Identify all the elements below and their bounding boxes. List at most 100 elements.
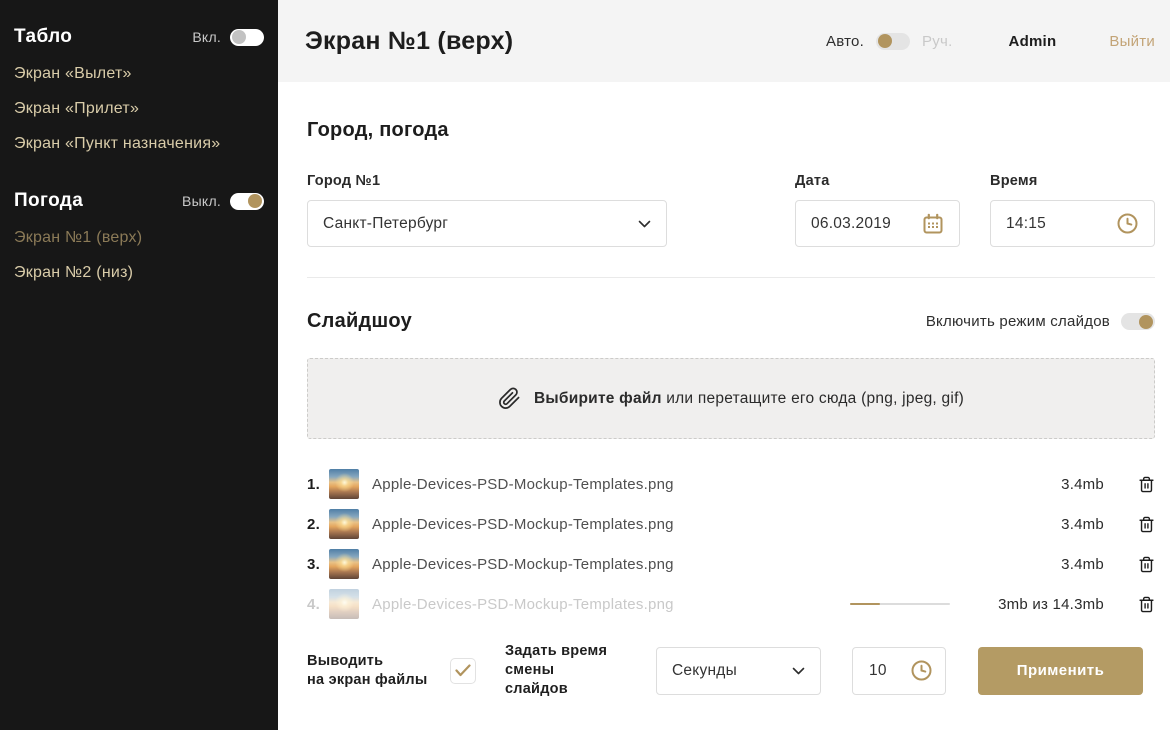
sidebar-item-departure[interactable]: Экран «Вылет» — [14, 56, 264, 91]
file-row: 1. Apple-Devices-PSD-Mockup-Templates.pn… — [307, 464, 1155, 504]
interval-value-wrap — [852, 647, 946, 695]
file-number: 2. — [307, 516, 329, 533]
weather-toggle[interactable] — [230, 193, 264, 210]
content: Город, погода Город №1 Санкт-Петербург Д… — [278, 82, 1170, 699]
file-size: 3.4mb — [976, 476, 1104, 493]
slideshow-heading-row: Слайдшоу Включить режим слайдов — [307, 310, 1155, 333]
date-label: Дата — [795, 173, 960, 189]
city-weather-form: Город №1 Санкт-Петербург Дата — [307, 173, 1155, 247]
file-row: 3. Apple-Devices-PSD-Mockup-Templates.pn… — [307, 544, 1155, 584]
sidebar-section-weather-header: Погода Выкл. — [14, 189, 264, 213]
trash-icon[interactable] — [1138, 475, 1155, 494]
username[interactable]: Admin — [1009, 33, 1057, 50]
interval-unit-select[interactable]: Секунды — [656, 647, 821, 695]
time-input[interactable] — [1006, 215, 1116, 233]
file-size: 3.4mb — [976, 516, 1104, 533]
output-files-label: Выводить на экран файлы — [307, 652, 450, 690]
trash-icon[interactable] — [1138, 515, 1155, 534]
time-field-group: Время — [990, 173, 1155, 247]
clock-icon — [910, 659, 933, 682]
section-divider — [307, 277, 1155, 278]
slideshow-toggle-label: Включить режим слайдов — [926, 313, 1110, 330]
slideshow-toggle-group: Включить режим слайдов — [926, 313, 1155, 330]
chevron-down-icon — [792, 667, 805, 675]
upload-progress-fill — [850, 603, 880, 605]
mode-manual-label[interactable]: Руч. — [922, 33, 952, 50]
file-list: 1. Apple-Devices-PSD-Mockup-Templates.pn… — [307, 464, 1155, 624]
sidebar-item-arrival[interactable]: Экран «Прилет» — [14, 91, 264, 126]
sidebar-nav-tablo: Экран «Вылет» Экран «Прилет» Экран «Пунк… — [14, 56, 264, 161]
file-number: 1. — [307, 476, 329, 493]
mode-auto-label[interactable]: Авто. — [826, 33, 864, 50]
sidebar-item-destination[interactable]: Экран «Пункт назначения» — [14, 126, 264, 161]
file-thumbnail — [329, 509, 359, 539]
interval-unit-value: Секунды — [672, 662, 737, 680]
weather-toggle-label: Выкл. — [182, 193, 221, 209]
page-header: Экран №1 (верх) Авто. Руч. Admin Выйти — [278, 0, 1170, 82]
mode-toggle[interactable] — [876, 33, 910, 50]
city-weather-heading: Город, погода — [307, 119, 1155, 142]
toggle-knob-icon — [1139, 315, 1153, 329]
clock-icon[interactable] — [1116, 212, 1139, 235]
city-field-group: Город №1 Санкт-Петербург — [307, 173, 667, 247]
header-controls: Авто. Руч. Admin Выйти — [826, 33, 1155, 50]
app-root: Табло Вкл. Экран «Вылет» Экран «Прилет» … — [0, 0, 1170, 730]
trash-icon[interactable] — [1138, 555, 1155, 574]
sidebar: Табло Вкл. Экран «Вылет» Экран «Прилет» … — [0, 0, 278, 730]
weather-toggle-group: Выкл. — [182, 193, 264, 210]
file-name: Apple-Devices-PSD-Mockup-Templates.png — [372, 516, 674, 533]
tablo-toggle-group: Вкл. — [192, 29, 264, 46]
sidebar-section-title-tablo: Табло — [14, 26, 72, 48]
interval-value-input[interactable] — [869, 662, 910, 680]
file-number: 3. — [307, 556, 329, 573]
city-select[interactable]: Санкт-Петербург — [307, 200, 667, 247]
paperclip-icon — [498, 387, 521, 410]
city-select-value: Санкт-Петербург — [323, 215, 448, 233]
chevron-down-icon — [638, 220, 651, 228]
file-thumbnail — [329, 469, 359, 499]
date-field-group: Дата — [795, 173, 960, 247]
file-row-uploading: 4. Apple-Devices-PSD-Mockup-Templates.pn… — [307, 584, 1155, 624]
checkmark-icon — [455, 664, 471, 677]
slideshow-heading: Слайдшоу — [307, 310, 412, 333]
slideshow-mode-toggle[interactable] — [1121, 313, 1155, 330]
calendar-icon[interactable] — [922, 213, 944, 235]
file-upload-status: 3mb из 14.3mb — [976, 596, 1104, 613]
trash-icon[interactable] — [1138, 595, 1155, 614]
file-name: Apple-Devices-PSD-Mockup-Templates.png — [372, 596, 674, 613]
sidebar-item-screen2-bottom[interactable]: Экран №2 (низ) — [14, 255, 264, 290]
time-label: Время — [990, 173, 1155, 189]
dropzone-hint: или перетащите его сюда (png, jpeg, gif) — [662, 390, 964, 407]
file-name: Apple-Devices-PSD-Mockup-Templates.png — [372, 556, 674, 573]
sidebar-section-title-weather: Погода — [14, 190, 83, 212]
file-thumbnail — [329, 549, 359, 579]
date-input-wrap — [795, 200, 960, 247]
main-area: Экран №1 (верх) Авто. Руч. Admin Выйти Г… — [278, 0, 1170, 730]
file-size: 3.4mb — [976, 556, 1104, 573]
sidebar-section-tablo-header: Табло Вкл. — [14, 25, 264, 49]
sidebar-nav-weather: Экран №1 (верх) Экран №2 (низ) — [14, 220, 264, 290]
file-name: Apple-Devices-PSD-Mockup-Templates.png — [372, 476, 674, 493]
time-input-wrap — [990, 200, 1155, 247]
file-row: 2. Apple-Devices-PSD-Mockup-Templates.pn… — [307, 504, 1155, 544]
file-thumbnail — [329, 589, 359, 619]
tablo-toggle[interactable] — [230, 29, 264, 46]
toggle-knob-icon — [248, 194, 262, 208]
city-label: Город №1 — [307, 173, 667, 189]
page-title: Экран №1 (верх) — [305, 27, 513, 56]
apply-button[interactable]: Применить — [978, 647, 1143, 695]
file-dropzone[interactable]: Выбирите файл или перетащите его сюда (p… — [307, 358, 1155, 439]
logout-link[interactable]: Выйти — [1109, 33, 1155, 50]
upload-progress-bar — [850, 603, 950, 605]
file-number: 4. — [307, 596, 329, 613]
dropzone-action[interactable]: Выбирите файл — [534, 390, 662, 407]
interval-label: Задать время смены слайдов — [505, 642, 656, 699]
sidebar-item-screen1-top[interactable]: Экран №1 (верх) — [14, 220, 264, 255]
tablo-toggle-label: Вкл. — [192, 29, 221, 45]
output-files-checkbox[interactable] — [450, 658, 476, 684]
toggle-knob-icon — [878, 34, 892, 48]
slideshow-settings-bar: Выводить на экран файлы Задать время сме… — [307, 642, 1155, 699]
date-input[interactable] — [811, 215, 922, 233]
toggle-knob-icon — [232, 30, 246, 44]
dropzone-text: Выбирите файл или перетащите его сюда (p… — [534, 390, 964, 408]
